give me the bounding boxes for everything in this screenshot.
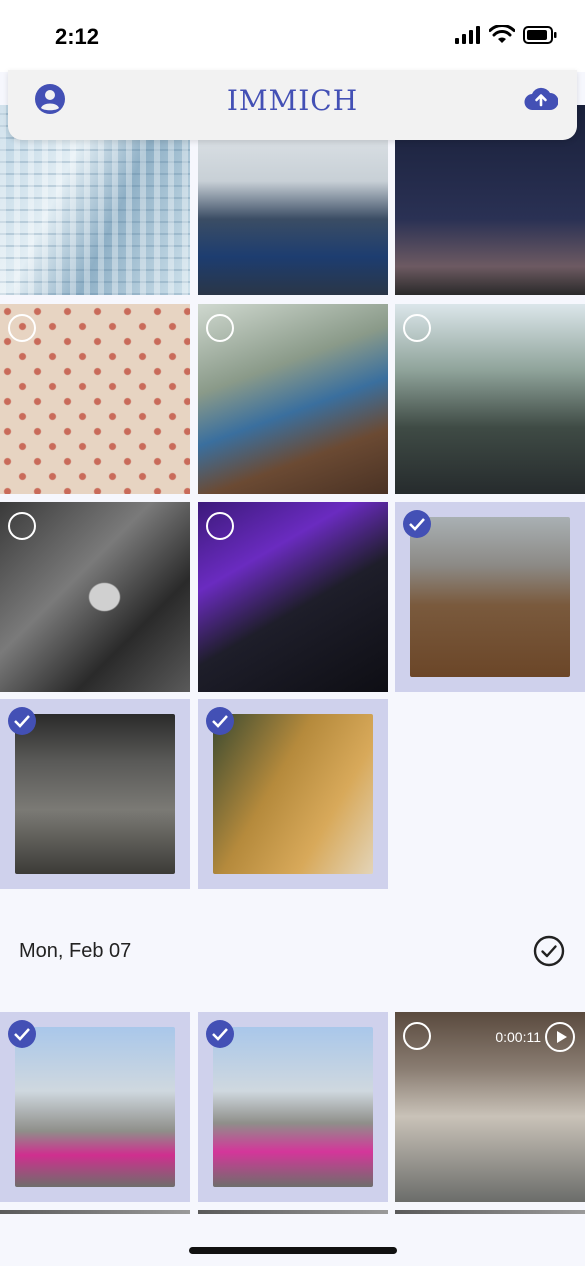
photo-tile-dumbbell[interactable] bbox=[198, 699, 388, 889]
photo-tile-child-leaves[interactable] bbox=[395, 502, 585, 692]
photo-thumbnail bbox=[15, 1027, 175, 1187]
status-bar: 2:12 bbox=[0, 0, 585, 72]
status-time: 2:12 bbox=[55, 24, 100, 49]
photo-tile-desk-monitor[interactable] bbox=[198, 502, 388, 692]
selected-check-icon[interactable] bbox=[206, 1020, 234, 1048]
photo-tile-yoga-stretch[interactable] bbox=[198, 304, 388, 494]
photo-thumbnail bbox=[15, 714, 175, 874]
date-group-label: Mon, Feb 07 bbox=[19, 940, 132, 962]
photo-tile-floral-wallpaper[interactable] bbox=[0, 304, 190, 494]
photo-thumbnail bbox=[213, 1027, 373, 1187]
status-icons bbox=[455, 25, 557, 44]
app-title: IMMICH bbox=[226, 84, 359, 117]
bottom-safe-area bbox=[0, 1214, 585, 1266]
select-circle-icon[interactable] bbox=[206, 314, 234, 342]
photo-tile-airplane-forest[interactable] bbox=[0, 502, 190, 692]
app-bar: IMMICH bbox=[8, 70, 577, 140]
cellular-signal-icon bbox=[455, 25, 480, 44]
select-circle-icon[interactable] bbox=[403, 1022, 431, 1050]
select-circle-icon[interactable] bbox=[206, 512, 234, 540]
selected-check-icon[interactable] bbox=[8, 1020, 36, 1048]
cloud-upload-icon[interactable] bbox=[524, 84, 558, 112]
select-circle-icon[interactable] bbox=[8, 314, 36, 342]
selected-check-icon[interactable] bbox=[403, 510, 431, 538]
select-circle-icon[interactable] bbox=[8, 512, 36, 540]
selected-check-icon[interactable] bbox=[206, 707, 234, 735]
photo-tile-toddler-pink-car-2[interactable] bbox=[198, 1012, 388, 1202]
photo-thumbnail bbox=[213, 714, 373, 874]
photo-thumbnail bbox=[410, 517, 570, 677]
select-circle-icon[interactable] bbox=[403, 314, 431, 342]
play-icon bbox=[545, 1022, 575, 1052]
photo-tile-toddler-pink-car-1[interactable] bbox=[0, 1012, 190, 1202]
selected-check-icon[interactable] bbox=[8, 707, 36, 735]
select-all-check-icon[interactable] bbox=[533, 935, 565, 967]
photo-tile-train-passengers[interactable] bbox=[395, 304, 585, 494]
video-duration: 0:00:11 bbox=[495, 1029, 541, 1045]
video-tile-toddler-walking[interactable]: 0:00:11 bbox=[395, 1012, 585, 1202]
battery-icon bbox=[523, 25, 557, 44]
home-indicator[interactable] bbox=[189, 1247, 397, 1254]
photo-tile-suv-garage[interactable] bbox=[0, 699, 190, 889]
wifi-icon bbox=[489, 25, 515, 43]
